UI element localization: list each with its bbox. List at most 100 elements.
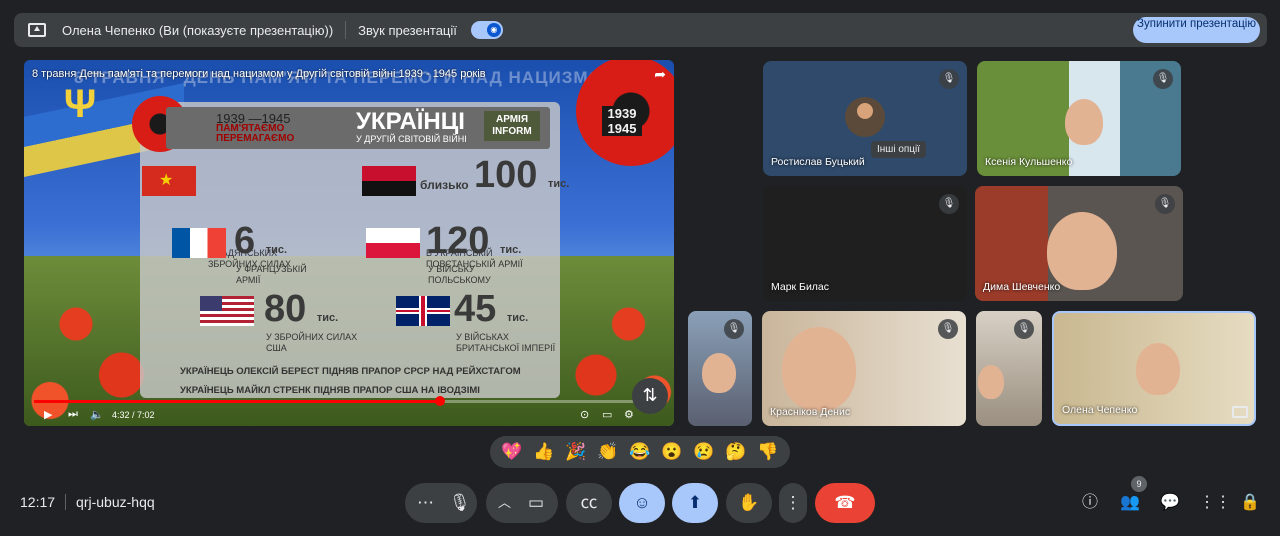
reaction-laugh[interactable]: 😂 (629, 442, 650, 462)
stat-number: 80 тис. (264, 288, 339, 330)
captions-icon: ㏄ (580, 493, 598, 512)
captions-button[interactable]: ㏄ (566, 483, 612, 523)
presented-video[interactable]: Ψ 8 ТРАВНЯ · ДЕНЬ ПАМ'ЯТІ ТА ПЕРЕМОГИ НА… (24, 60, 674, 426)
divider (345, 21, 347, 39)
activities-icon[interactable]: ⋮⋮ (1199, 492, 1231, 514)
uk-flag (396, 296, 450, 326)
people-icon[interactable]: 👥 (1119, 492, 1141, 514)
participant-video (782, 327, 856, 411)
infographic-header: 1939 —1945 ПАМ'ЯТАЄМО ПЕРЕМАГАЄМО УКРАЇН… (166, 107, 550, 149)
participant-tile-self[interactable]: Олена Чепенко (1052, 311, 1256, 426)
volume-icon[interactable]: 🔈 (90, 408, 104, 421)
participant-video (1065, 99, 1103, 145)
subtitles-icon[interactable]: ▭ (602, 408, 612, 421)
upa-flag (362, 166, 416, 196)
avatar (845, 97, 885, 137)
infographic-slogan: ПАМ'ЯТАЄМО ПЕРЕМАГАЄМО (216, 123, 295, 144)
mic-off-icon: 🎙 (939, 194, 959, 214)
stat-number: 45 тис. (454, 288, 529, 330)
reaction-thumbs-down[interactable]: 👎 (757, 442, 778, 462)
reactions-bar: 💖 👍 🎉 👏 😂 😮 😢 🤔 👎 (490, 436, 790, 468)
reaction-heart[interactable]: 💖 (501, 442, 522, 462)
infographic-footnote: УКРАЇНЕЦЬ ОЛЕКСІЙ БЕРЕСТ ПІДНЯВ ПРАПОР С… (180, 366, 521, 377)
autoplay-icon[interactable]: ⊙ (580, 408, 589, 421)
more-audio-options-icon[interactable]: ⋯ (417, 483, 434, 523)
present-button[interactable]: ⬆ (672, 483, 718, 523)
mic-off-icon: 🎙 (938, 319, 958, 339)
reaction-cry[interactable]: 😢 (693, 442, 714, 462)
reaction-thinking[interactable]: 🤔 (725, 442, 746, 462)
infographic-subtitle: У ДРУГІЙ СВІТОВІЙ ВІЙНІ (356, 134, 467, 144)
mic-group: ⋯ 🎙 (405, 483, 477, 523)
participant-tile[interactable]: 🎙 (688, 311, 752, 426)
present-icon: ⬆ (687, 493, 703, 512)
presentation-sound-label: Звук презентації (358, 22, 457, 38)
chat-icon[interactable]: 💬 (1159, 492, 1181, 514)
sound-icon: ◉ (486, 23, 501, 37)
reaction-party[interactable]: 🎉 (565, 442, 586, 462)
play-icon[interactable]: ▶ (44, 408, 52, 421)
trident-icon: Ψ (63, 82, 97, 126)
emoji-icon: ☺ (633, 493, 651, 512)
hand-icon: ✋ (738, 493, 760, 512)
participant-tile[interactable]: 🎙 Ксенія Кульшенко (977, 61, 1181, 176)
participant-video (702, 353, 736, 393)
reaction-surprised[interactable]: 😮 (661, 442, 682, 462)
next-icon[interactable]: ⏭ (68, 408, 78, 421)
camera-icon[interactable]: ▭ (528, 483, 544, 523)
mic-icon[interactable]: 🎙 (449, 483, 471, 523)
reaction-clap[interactable]: 👏 (597, 442, 618, 462)
clock: 12:17 (20, 494, 56, 510)
participant-name: Красніков Денис (770, 406, 851, 418)
infographic-title: УКРАЇНЦІ (356, 108, 465, 135)
participant-name: Ростислав Буцький (771, 156, 865, 168)
host-controls-icon[interactable]: 🔒 (1239, 492, 1261, 514)
ussr-flag: ★ (142, 166, 196, 196)
more-options-tooltip: Інші опції (871, 141, 927, 158)
participant-tile[interactable]: 🎙 Інші опції Ростислав Буцький (763, 61, 967, 176)
stat-label: У ВІЙСЬКАХ БРИТАНСЬКОЇ ІМПЕРІЇ (456, 332, 556, 353)
chevron-up-icon[interactable]: ︿ (498, 483, 511, 523)
swap-layout-button[interactable]: ⇅ (632, 378, 668, 414)
info-icon[interactable]: ⓘ (1079, 492, 1101, 514)
stop-presenting-button[interactable]: Зупинити презентацію (1133, 17, 1260, 43)
raise-hand-button[interactable]: ✋ (726, 483, 772, 523)
video-scrubber-handle[interactable] (435, 396, 446, 406)
presentation-sound-toggle[interactable]: ◉ (470, 21, 503, 39)
infographic-card: 1939 —1945 ПАМ'ЯТАЄМО ПЕРЕМАГАЄМО УКРАЇН… (132, 96, 569, 398)
settings-icon[interactable]: ⚙ (624, 408, 634, 421)
stat-label: У ЗБРОЙНИХ СИЛАХ США (266, 332, 358, 353)
meeting-code[interactable]: qrj-ubuz-hqq (76, 494, 155, 510)
participant-tile[interactable]: 🎙 (976, 311, 1042, 426)
meeting-info: 12:17 qrj-ubuz-hqq (20, 494, 155, 510)
france-flag (172, 228, 226, 258)
video-progress-bar[interactable] (34, 396, 664, 406)
camera-group: ︿ ▭ (486, 483, 558, 523)
poppy-years: 1939 1945 (602, 106, 642, 136)
participant-video (1136, 343, 1180, 395)
participant-name: Дима Шевченко (983, 281, 1061, 293)
participant-tile[interactable]: 🎙 Марк Билас (763, 186, 967, 301)
participant-tile[interactable]: 🎙 Красніков Денис (762, 311, 966, 426)
usa-flag (200, 296, 254, 326)
leave-call-button[interactable]: ☎ (815, 483, 875, 523)
share-icon[interactable]: ➦ (654, 66, 666, 83)
more-vert-icon: ⋮ (784, 493, 802, 512)
emoji-button[interactable]: ☺ (619, 483, 665, 523)
participant-video (978, 365, 1004, 399)
stat-number: 120 тис. (426, 220, 522, 262)
presenter-label: Олена Чепенко (Ви (показуєте презентацію… (62, 22, 334, 38)
video-time: 4:32 / 7:02 (112, 410, 155, 420)
more-options-button[interactable]: ⋮ (779, 483, 807, 523)
reaction-thumbs-up[interactable]: 👍 (533, 442, 554, 462)
mic-off-icon: 🎙 (939, 69, 959, 89)
video-title[interactable]: 8 травня День пам'яті та перемоги над на… (32, 68, 486, 80)
stat-label: У ФРАНЦУЗЬКІЙ АРМІЇ (236, 264, 307, 285)
video-controls: ▶ ⏭ 🔈 4:32 / 7:02 ⊙ ▭ ⚙ (24, 396, 674, 426)
infographic-footnote: УКРАЇНЕЦЬ МАЙКЛ СТРЕНК ПІДНЯВ ПРАПОР США… (180, 385, 480, 396)
more-options-icon[interactable] (1232, 406, 1248, 418)
participant-tile[interactable]: 🎙 Дима Шевченко (975, 186, 1183, 301)
video-progress-fill (34, 400, 441, 403)
mic-off-icon: 🎙 (1155, 194, 1175, 214)
poland-flag (366, 228, 420, 258)
